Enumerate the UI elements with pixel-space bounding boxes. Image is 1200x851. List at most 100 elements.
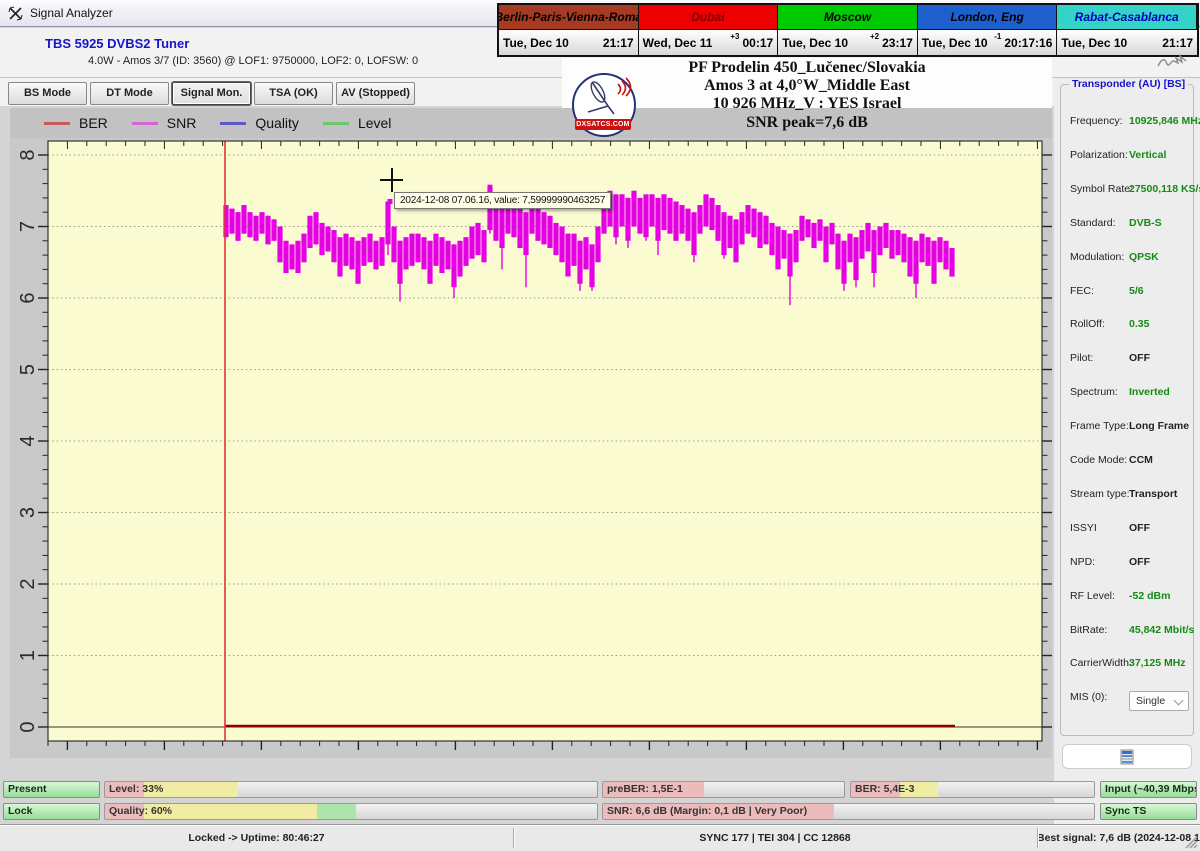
legend-item-quality: Quality [220, 115, 299, 131]
transponder-groupbox: Transponder (AU) [BS] Frequency:10925,84… [1060, 84, 1194, 736]
field-label: Standard: [1070, 217, 1116, 229]
snr-line-swatch [132, 122, 158, 125]
clock-city: Moscow [778, 5, 918, 30]
panel-action-button[interactable] [1062, 744, 1192, 769]
meter-row-2: Lock Quality: 60% SNR: 6,6 dB (Margin: 0,1… [0, 803, 1200, 820]
signal-chart[interactable]: 012345678 2024-12-08 07.06.16, value: 7,… [10, 138, 1052, 758]
status-bar: Locked -> Uptime: 80:46:27 SYNC 177 | TE… [0, 824, 1200, 851]
signature-scribble-icon [1156, 52, 1192, 70]
quality-line-swatch [220, 122, 246, 125]
transponder-field: Polarization:Vertical [1061, 149, 1193, 169]
field-label: Polarization: [1070, 149, 1128, 161]
window-title: Signal Analyzer [30, 6, 113, 20]
clock-city: Dubai [639, 5, 779, 30]
app-icon [8, 6, 23, 21]
signal-mon-button[interactable]: Signal Mon. [172, 82, 251, 105]
status-badge: Lock [3, 803, 100, 820]
transponder-field: Spectrum:Inverted [1061, 386, 1193, 406]
field-label: Frame Type: [1070, 420, 1129, 432]
bar-label: BER: 5,4E-3 [855, 782, 915, 797]
svg-text:2: 2 [17, 578, 39, 589]
field-label: FEC: [1070, 285, 1094, 297]
field-label: Stream type: [1070, 488, 1130, 500]
resize-grip[interactable] [1185, 836, 1198, 849]
transponder-field: ISSYIOFF [1061, 522, 1193, 542]
site-title-line2: Amos 3 at 4,0°W_Middle East [562, 77, 1052, 95]
field-label: Frequency: [1070, 115, 1123, 127]
clock-time: Tue, Dec 10-120:17:16 [918, 30, 1058, 55]
field-label: Pilot: [1070, 352, 1093, 364]
progress-bar: BER: 5,4E-3 [850, 781, 1095, 798]
logo-text: DXSATCS.COM [575, 119, 631, 130]
svg-text:1: 1 [17, 650, 39, 661]
clock-time: Tue, Dec 1021:17 [499, 30, 639, 55]
field-value: 27500,118 KS/s [1129, 183, 1200, 195]
progress-bar: Quality: 60% [104, 803, 598, 820]
svg-text:3: 3 [17, 507, 39, 518]
chart-canvas: 012345678 [10, 138, 1052, 758]
bar-label: SNR: 6,6 dB (Margin: 0,1 dB | Very Poor) [607, 804, 807, 819]
progress-bar: SNR: 6,6 dB (Margin: 0,1 dB | Very Poor) [602, 803, 1095, 820]
site-title-line1: PF Prodelin 450_Lučenec/Slovakia [562, 59, 1052, 77]
meter-row-1: Present Level: 33% preBER: 1,5E-1 BER: 5,4E… [0, 781, 1200, 798]
bar-label: Quality: 60% [109, 804, 172, 819]
mis-dropdown[interactable]: Single [1129, 691, 1189, 711]
status-divider [513, 828, 514, 848]
transponder-field: FEC: 5/6 [1061, 285, 1193, 305]
field-value: QPSK [1129, 251, 1159, 263]
cursor-crosshair-horizontal [380, 179, 403, 181]
mis-value: Single [1136, 695, 1165, 707]
status-divider [1037, 828, 1038, 848]
dt-mode-button[interactable]: DT Mode [90, 82, 169, 105]
svg-text:8: 8 [17, 149, 39, 160]
transponder-field: Code Mode:CCM [1061, 454, 1193, 474]
av-button[interactable]: AV (Stopped) [336, 82, 415, 105]
status-badge: Input (~40,39 Mbps) [1100, 781, 1197, 798]
field-label: Symbol Rate: [1070, 183, 1133, 195]
field-label: Spectrum: [1070, 386, 1118, 398]
mis-label: MIS (0): [1070, 691, 1107, 703]
field-value: 45,842 Mbit/s [1129, 624, 1194, 636]
field-label: CarrierWidth: [1070, 657, 1132, 669]
transponder-field: Symbol Rate:27500,118 KS/s [1061, 183, 1193, 203]
svg-text:6: 6 [17, 292, 39, 303]
bar-label: Level: 33% [109, 782, 163, 797]
progress-bar: preBER: 1,5E-1 [602, 781, 845, 798]
tsa-button[interactable]: TSA (OK) [254, 82, 333, 105]
status-badge: Present [3, 781, 100, 798]
svg-text:4: 4 [17, 435, 39, 446]
site-title-line4-snr-peak: SNR peak=7,6 dB [562, 114, 1052, 132]
field-value: 0.35 [1129, 318, 1149, 330]
bar-fill [317, 804, 356, 819]
legend-item-snr: SNR [132, 115, 197, 131]
bs-mode-button[interactable]: BS Mode [8, 82, 87, 105]
field-value: 5/6 [1129, 285, 1144, 297]
report-table-icon [1120, 749, 1134, 765]
field-label: Modulation: [1070, 251, 1124, 263]
svg-text:7: 7 [17, 221, 39, 232]
field-label: NPD: [1070, 556, 1095, 568]
field-value: DVB-S [1129, 217, 1162, 229]
field-value: OFF [1129, 352, 1150, 364]
transponder-field: RF Level: -52 dBm [1061, 590, 1193, 610]
field-value: OFF [1129, 522, 1150, 534]
field-label: RF Level: [1070, 590, 1115, 602]
field-value: -52 dBm [1129, 590, 1170, 602]
transponder-field: CarrierWidth:37,125 MHz [1061, 657, 1193, 677]
field-value: Transport [1129, 488, 1177, 500]
world-clocks-table: Berlin-Paris-Vienna-RomaDubaiMoscowLondo… [497, 3, 1199, 57]
transponder-field: NPD: OFF [1061, 556, 1193, 576]
transponder-field: Frame Type:Long Frame [1061, 420, 1193, 440]
clock-city: Rabat-Casablanca [1057, 5, 1197, 30]
status-uptime: Locked -> Uptime: 80:46:27 [0, 825, 513, 851]
field-value: 10925,846 MHz [1129, 115, 1200, 127]
transponder-field: BitRate:45,842 Mbit/s [1061, 624, 1193, 644]
clock-city: London, Eng [918, 5, 1058, 30]
transponder-field: Modulation: QPSK [1061, 251, 1193, 271]
dxsatcs-logo: DXSATCS.COM [572, 73, 636, 137]
legend-item-level: Level [323, 115, 391, 131]
field-value: OFF [1129, 556, 1150, 568]
data-tooltip: 2024-12-08 07.06.16, value: 7,5999999046… [394, 192, 611, 209]
tuner-name: TBS 5925 DVBS2 Tuner [45, 36, 189, 51]
transponder-field: RollOff:0.35 [1061, 318, 1193, 338]
